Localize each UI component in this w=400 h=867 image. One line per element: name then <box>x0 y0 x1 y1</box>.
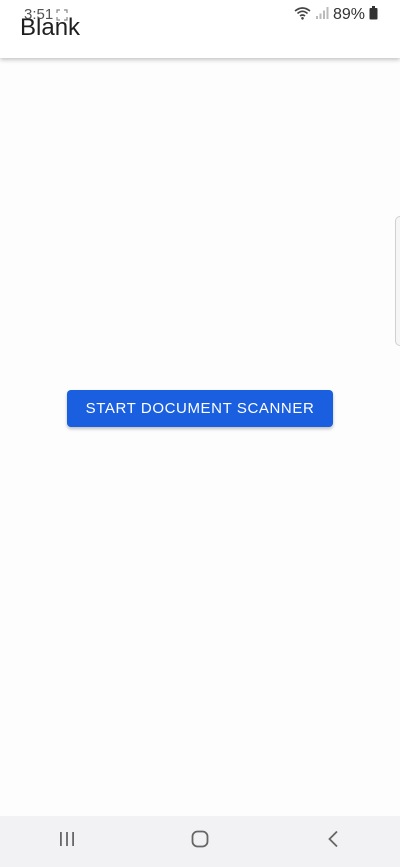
battery-percent: 89% <box>332 6 365 23</box>
navigation-bar <box>0 816 400 867</box>
status-indicators: 89% <box>294 5 378 25</box>
status-bar: 3:51 89% <box>0 0 400 32</box>
start-document-scanner-button[interactable]: START DOCUMENT SCANNER <box>67 390 333 427</box>
battery-icon <box>369 5 378 25</box>
recent-apps-icon <box>58 831 76 852</box>
wifi-icon <box>294 6 311 25</box>
back-button[interactable] <box>293 816 373 867</box>
main-content: START DOCUMENT SCANNER <box>0 58 400 816</box>
home-icon <box>191 830 209 853</box>
screen: Blank 3:51 89% START DOCUMENT SCANNER <box>0 0 400 867</box>
home-button[interactable] <box>160 816 240 867</box>
recent-apps-button[interactable] <box>27 816 107 867</box>
notification-icon <box>56 8 68 21</box>
signal-icon <box>315 6 329 25</box>
edge-panel-handle[interactable] <box>395 216 400 346</box>
status-time: 3:51 <box>24 6 54 23</box>
back-icon <box>327 830 339 853</box>
